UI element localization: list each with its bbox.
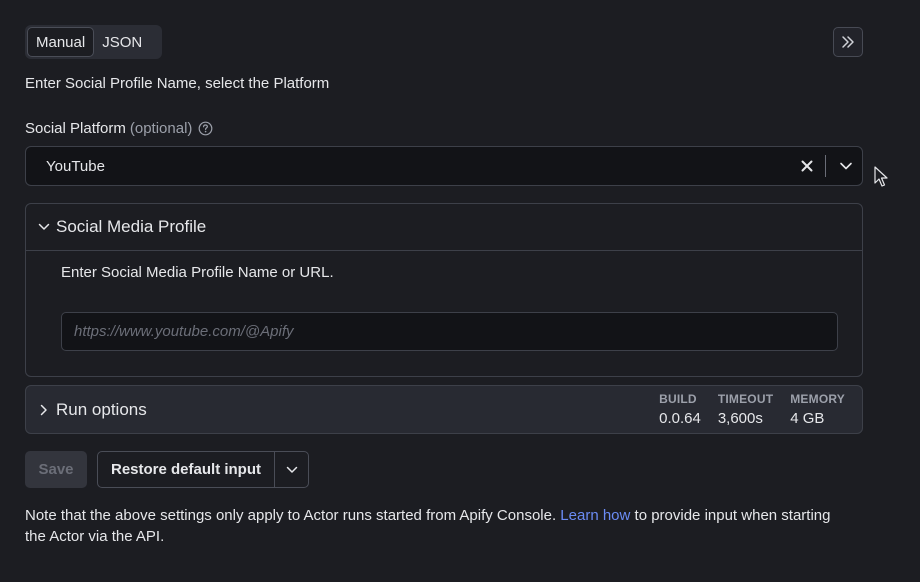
section-description: Enter Social Media Profile Name or URL.	[61, 264, 334, 281]
run-options-section[interactable]: Run options BUILD 0.0.64 TIMEOUT 3,600s …	[25, 385, 863, 434]
profile-url-input[interactable]	[61, 312, 838, 351]
run-stats: BUILD 0.0.64 TIMEOUT 3,600s MEMORY 4 GB	[659, 392, 862, 427]
restore-button-group: Restore default input	[97, 451, 310, 488]
note-text-before: Note that the above settings only apply …	[25, 507, 561, 524]
help-icon[interactable]	[198, 121, 213, 136]
platform-field-label: Social Platform (optional)	[25, 120, 213, 137]
build-stat: BUILD 0.0.64	[659, 392, 701, 427]
chevron-down-icon	[38, 223, 50, 230]
api-note: Note that the above settings only apply …	[25, 505, 855, 547]
section-header[interactable]: Social Media Profile	[26, 204, 862, 251]
tab-manual[interactable]: Manual	[27, 27, 95, 57]
platform-select[interactable]: YouTube	[25, 146, 863, 186]
intro-text: Enter Social Profile Name, select the Pl…	[25, 75, 330, 92]
social-media-profile-section: Social Media Profile Enter Social Media …	[25, 203, 863, 377]
timeout-label: TIMEOUT	[717, 392, 774, 406]
select-divider	[825, 155, 826, 177]
restore-default-input-button[interactable]: Restore default input	[98, 452, 274, 487]
memory-stat: MEMORY 4 GB	[790, 392, 845, 427]
restore-options-button[interactable]	[274, 452, 308, 487]
timeout-stat: TIMEOUT 3,600s	[718, 392, 773, 427]
build-value: 0.0.64	[659, 410, 701, 427]
chevron-right-icon	[40, 404, 47, 415]
input-mode-tabs: Manual JSON	[25, 25, 162, 59]
mouse-pointer-icon	[874, 166, 890, 192]
optional-label: (optional)	[129, 120, 193, 137]
save-button[interactable]: Save	[25, 451, 87, 488]
chevron-down-icon[interactable]	[830, 159, 862, 173]
collapse-panel-button[interactable]	[833, 27, 863, 57]
section-title: Social Media Profile	[56, 217, 207, 236]
memory-label: MEMORY	[790, 392, 845, 406]
clear-icon[interactable]	[793, 160, 821, 172]
run-options-title: Run options	[56, 399, 147, 419]
learn-how-link[interactable]: Learn how	[560, 507, 630, 524]
double-chevron-right-icon	[842, 36, 854, 48]
memory-value: 4 GB	[790, 410, 825, 427]
timeout-value: 3,600s	[717, 410, 763, 427]
platform-label: Social Platform	[25, 120, 126, 137]
build-label: BUILD	[659, 392, 697, 406]
platform-selected-value: YouTube	[46, 157, 105, 175]
chevron-down-icon	[286, 466, 297, 473]
tab-json[interactable]: JSON	[94, 27, 150, 57]
